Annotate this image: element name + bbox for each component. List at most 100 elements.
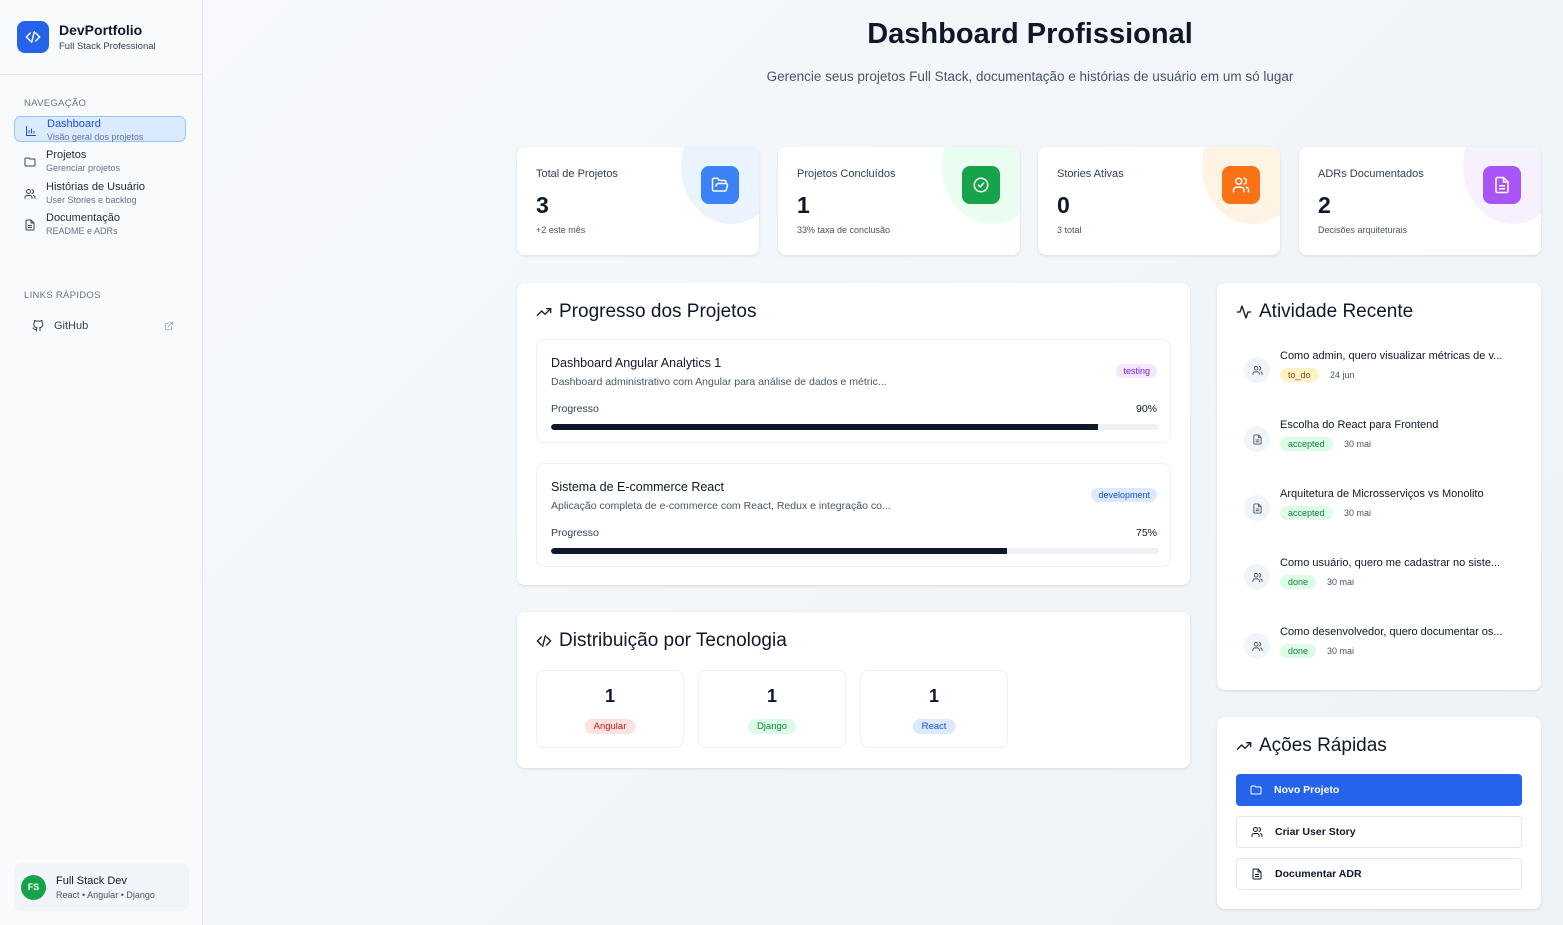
tech-badge: Angular — [584, 719, 636, 734]
progress-bar — [551, 424, 1159, 430]
sidebar-item-sublabel: README e ADRs — [46, 226, 118, 236]
sidebar-item-label: Histórias de Usuário — [46, 181, 146, 193]
activity-item[interactable]: Como admin, quero visualizar métricas de… — [1244, 350, 1519, 390]
status-badge: done — [1280, 575, 1317, 589]
panel-title-text: Progresso dos Projetos — [559, 301, 757, 322]
create-user-story-button[interactable]: Criar User Story — [1236, 816, 1522, 848]
folder-icon — [24, 157, 36, 167]
tech-distribution-panel: Distribuição por Tecnologia 1 Angular 1 … — [517, 612, 1190, 768]
users-icon — [1222, 166, 1260, 204]
panel-title: Progresso dos Projetos — [536, 301, 757, 323]
stat-value: 1 — [797, 192, 810, 218]
stat-note: 3 total — [1057, 225, 1082, 235]
progress-bar — [551, 548, 1159, 554]
progress-label: Progresso — [551, 527, 599, 539]
project-description: Aplicação completa de e-commerce com Rea… — [551, 500, 891, 512]
quick-actions-panel: Ações Rápidas Novo Projeto Criar User St… — [1217, 717, 1541, 909]
users-icon — [1244, 633, 1270, 659]
sidebar-item-label: Documentação — [46, 212, 120, 224]
tech-badge: React — [912, 719, 956, 734]
users-icon — [1244, 564, 1270, 590]
page-subtitle: Gerencie seus projetos Full Stack, docum… — [766, 69, 1294, 84]
project-card[interactable]: Dashboard Angular Analytics 1 Dashboard … — [536, 339, 1171, 443]
sidebar: DevPortfolio Full Stack Professional NAV… — [0, 0, 203, 925]
users-icon — [1251, 827, 1263, 837]
progress-value: 75% — [1135, 527, 1157, 539]
tech-count: 1 — [766, 686, 777, 706]
status-badge: accepted — [1280, 437, 1333, 451]
stat-value: 2 — [1318, 192, 1331, 218]
user-stack: React • Angular • Django — [56, 890, 155, 900]
activity-date: 24 jun — [1330, 370, 1355, 380]
activity-icon — [1236, 305, 1252, 319]
status-badge: done — [1280, 644, 1317, 658]
sidebar-item-sublabel: Gerenciar projetos — [46, 163, 121, 173]
sidebar-item-historias[interactable]: Histórias de Usuário User Stories e back… — [14, 180, 186, 206]
stat-note: +2 este mês — [536, 225, 586, 235]
file-text-icon — [1252, 868, 1262, 880]
avatar: FS — [21, 874, 46, 900]
sidebar-item-sublabel: User Stories e backlog — [46, 195, 137, 205]
recent-activity-panel: Atividade Recente Como admin, quero visu… — [1217, 283, 1541, 690]
tech-card-react: 1 React — [860, 670, 1008, 748]
activity-item[interactable]: Como desenvolvedor, quero documentar os.… — [1244, 626, 1519, 666]
activity-date: 30 mai — [1344, 439, 1372, 449]
tech-badge: Django — [747, 719, 797, 734]
github-link-label: GitHub — [54, 320, 89, 332]
tech-count: 1 — [928, 686, 939, 706]
sidebar-item-dashboard[interactable]: Dashboard Visão geral dos projetos — [14, 116, 186, 142]
sidebar-item-sublabel: Visão geral dos projetos — [47, 132, 144, 142]
stat-card-completed-projects: Projetos Concluídos 1 33% taxa de conclu… — [778, 147, 1020, 255]
button-label: Novo Projeto — [1274, 784, 1340, 796]
check-circle-icon — [962, 166, 1000, 204]
progress-label: Progresso — [551, 403, 599, 415]
user-profile-card[interactable]: FS Full Stack Dev React • Angular • Djan… — [14, 863, 189, 911]
page-title: Dashboard Profissional — [867, 18, 1193, 50]
file-text-icon — [1244, 426, 1270, 452]
bar-chart-icon — [26, 126, 36, 136]
activity-item[interactable]: Arquitetura de Microsserviços vs Monolit… — [1244, 488, 1519, 528]
sidebar-item-label: Dashboard — [47, 118, 101, 130]
code-icon — [17, 21, 49, 53]
stat-card-active-stories: Stories Ativas 0 3 total — [1038, 147, 1280, 255]
trending-up-icon — [536, 308, 552, 316]
status-badge: to_do — [1280, 368, 1319, 382]
button-label: Documentar ADR — [1275, 868, 1362, 880]
sidebar-item-documentacao[interactable]: Documentação README e ADRs — [14, 211, 186, 237]
trending-up-icon — [1236, 742, 1252, 750]
button-label: Criar User Story — [1275, 826, 1356, 838]
document-adr-button[interactable]: Documentar ADR — [1236, 858, 1522, 890]
project-name: Dashboard Angular Analytics 1 — [551, 356, 722, 370]
activity-item[interactable]: Como usuário, quero me cadastrar no sist… — [1244, 557, 1519, 597]
folder-icon — [1250, 785, 1262, 795]
code-icon — [536, 635, 552, 647]
activity-item[interactable]: Escolha do React para Frontend accepted … — [1244, 419, 1519, 459]
activity-title: Arquitetura de Microsserviços vs Monolit… — [1280, 488, 1484, 500]
sidebar-item-projetos[interactable]: Projetos Gerenciar projetos — [14, 148, 186, 174]
file-text-icon — [1244, 495, 1270, 521]
stat-card-total-projects: Total de Projetos 3 +2 este mês — [517, 147, 759, 255]
stat-label: ADRs Documentados — [1318, 168, 1424, 180]
external-link-icon — [164, 321, 174, 331]
project-card[interactable]: Sistema de E-commerce React Aplicação co… — [536, 463, 1171, 567]
tech-card-django: 1 Django — [698, 670, 846, 748]
quick-links-label: LINKS RÁPIDOS — [24, 290, 101, 301]
stat-label: Total de Projetos — [536, 168, 618, 180]
panel-title: Atividade Recente — [1236, 301, 1413, 323]
github-link[interactable]: GitHub — [14, 316, 174, 336]
activity-date: 30 mai — [1344, 508, 1372, 518]
stat-label: Stories Ativas — [1057, 168, 1124, 180]
panel-title: Distribuição por Tecnologia — [536, 630, 787, 652]
progress-value: 90% — [1135, 403, 1157, 415]
activity-title: Escolha do React para Frontend — [1280, 419, 1439, 431]
brand[interactable]: DevPortfolio Full Stack Professional — [0, 0, 202, 75]
activity-date: 30 mai — [1327, 646, 1355, 656]
stat-note: Decisões arquiteturais — [1318, 225, 1408, 235]
activity-title: Como admin, quero visualizar métricas de… — [1280, 350, 1503, 362]
stat-label: Projetos Concluídos — [797, 168, 896, 180]
activity-date: 30 mai — [1327, 577, 1355, 587]
project-description: Dashboard administrativo com Angular par… — [551, 376, 887, 388]
new-project-button[interactable]: Novo Projeto — [1236, 774, 1522, 806]
github-icon — [32, 320, 44, 332]
sidebar-item-label: Projetos — [46, 149, 87, 161]
